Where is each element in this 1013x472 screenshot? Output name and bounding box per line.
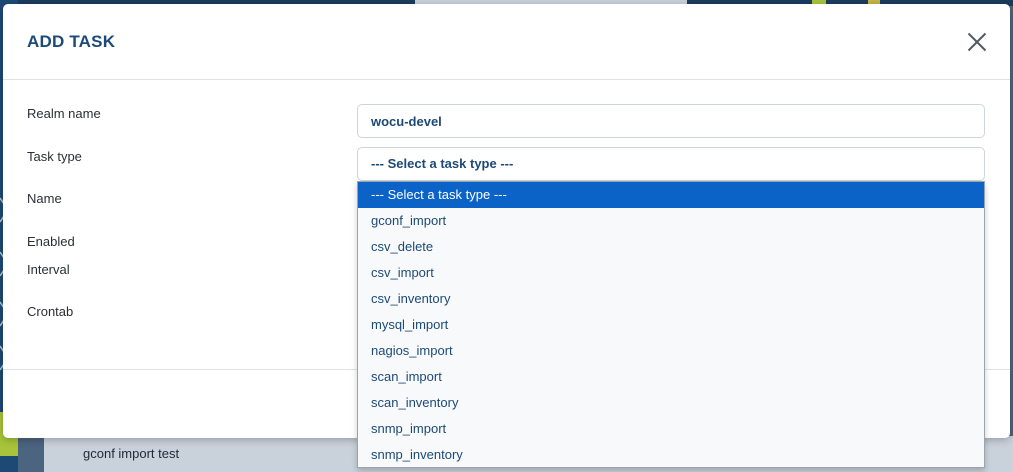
- close-icon[interactable]: [965, 30, 989, 54]
- task-type-option[interactable]: nagios_import: [358, 338, 984, 364]
- task-type-option[interactable]: snmp_inventory: [358, 442, 984, 467]
- enabled-label: Enabled: [27, 234, 75, 249]
- task-type-dropdown: --- Select a task type --- gconf_import …: [357, 181, 985, 468]
- modal-title: ADD TASK: [27, 32, 116, 51]
- realm-name-input[interactable]: [357, 104, 985, 138]
- task-type-option[interactable]: scan_inventory: [358, 390, 984, 416]
- crontab-label: Crontab: [27, 304, 74, 319]
- task-type-option[interactable]: --- Select a task type ---: [358, 182, 984, 208]
- task-type-label: Task type: [27, 149, 82, 164]
- table-row-name: gconf import test: [83, 446, 180, 461]
- name-label: Name: [27, 191, 62, 206]
- task-type-option[interactable]: scan_import: [358, 364, 984, 390]
- task-type-option[interactable]: mysql_import: [358, 312, 984, 338]
- modal-header: ADD TASK: [3, 4, 1010, 80]
- task-type-option[interactable]: gconf_import: [358, 208, 984, 234]
- task-type-option[interactable]: csv_delete: [358, 234, 984, 260]
- interval-label: Interval: [27, 262, 70, 277]
- task-type-option[interactable]: csv_import: [358, 260, 984, 286]
- task-type-option[interactable]: csv_inventory: [358, 286, 984, 312]
- task-type-select[interactable]: --- Select a task type ---: [357, 147, 985, 181]
- task-type-option[interactable]: snmp_import: [358, 416, 984, 442]
- realm-name-label: Realm name: [27, 106, 101, 121]
